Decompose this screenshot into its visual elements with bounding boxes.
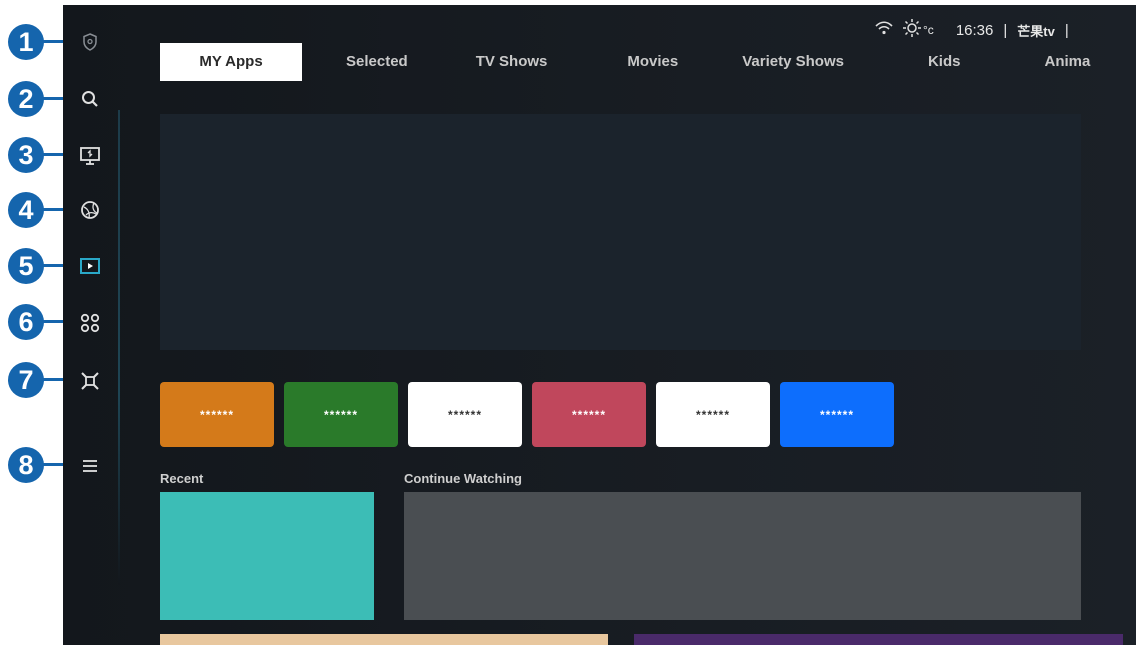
temperature-unit: °c [923, 23, 934, 37]
content-card[interactable] [160, 634, 608, 645]
callout-3: 3 [8, 137, 72, 173]
channel-logo: 芒果tv [1017, 23, 1055, 39]
search-icon[interactable] [78, 87, 102, 111]
continue-watching-label: Continue Watching [404, 471, 522, 486]
tab-animation[interactable]: Anima [1044, 43, 1090, 81]
wifi-icon [875, 21, 893, 39]
sidebar-focus-line [118, 110, 120, 585]
ambient-icon[interactable] [78, 144, 102, 168]
callout-1: 1 [8, 24, 72, 60]
callout-5: 5 [8, 248, 72, 284]
app-tile[interactable]: ****** [656, 382, 770, 447]
category-tabs: MY Apps Selected TV Shows Movies Variety… [160, 43, 1090, 81]
status-separator-2: | [1064, 21, 1069, 39]
content-card[interactable] [634, 634, 1123, 645]
app-tile[interactable]: ****** [780, 382, 894, 447]
recent-card[interactable] [160, 492, 374, 620]
tab-my-apps[interactable]: MY Apps [160, 43, 302, 81]
tab-movies[interactable]: Movies [627, 43, 678, 81]
menu-icon[interactable] [78, 454, 102, 478]
continue-watching-card[interactable] [404, 492, 1081, 620]
recent-label: Recent [160, 471, 204, 486]
media-icon[interactable] [78, 254, 102, 278]
status-bar: °c 16:36 | 芒果tv | [875, 19, 1079, 41]
callout-6: 6 [8, 304, 72, 340]
weather-sun-icon [903, 19, 921, 41]
tab-variety-shows[interactable]: Variety Shows [742, 43, 844, 81]
clock-time: 16:36 [955, 21, 994, 39]
app-tile[interactable]: ****** [532, 382, 646, 447]
status-separator: | [1003, 21, 1008, 39]
tab-selected[interactable]: Selected [346, 43, 408, 81]
tab-kids[interactable]: Kids [928, 43, 961, 81]
app-tile[interactable]: ****** [284, 382, 398, 447]
connected-devices-icon[interactable] [78, 369, 102, 393]
tab-tv-shows[interactable]: TV Shows [476, 43, 548, 81]
callout-4: 4 [8, 192, 72, 228]
callout-8: 8 [8, 447, 72, 483]
apps-icon[interactable] [78, 311, 102, 335]
privacy-shield-icon[interactable] [78, 30, 102, 54]
daily-plus-icon[interactable] [78, 198, 102, 222]
app-tile[interactable]: ****** [160, 382, 274, 447]
featured-banner[interactable] [160, 114, 1081, 350]
callout-7: 7 [8, 362, 72, 398]
callout-2: 2 [8, 81, 72, 117]
app-tile[interactable]: ****** [408, 382, 522, 447]
